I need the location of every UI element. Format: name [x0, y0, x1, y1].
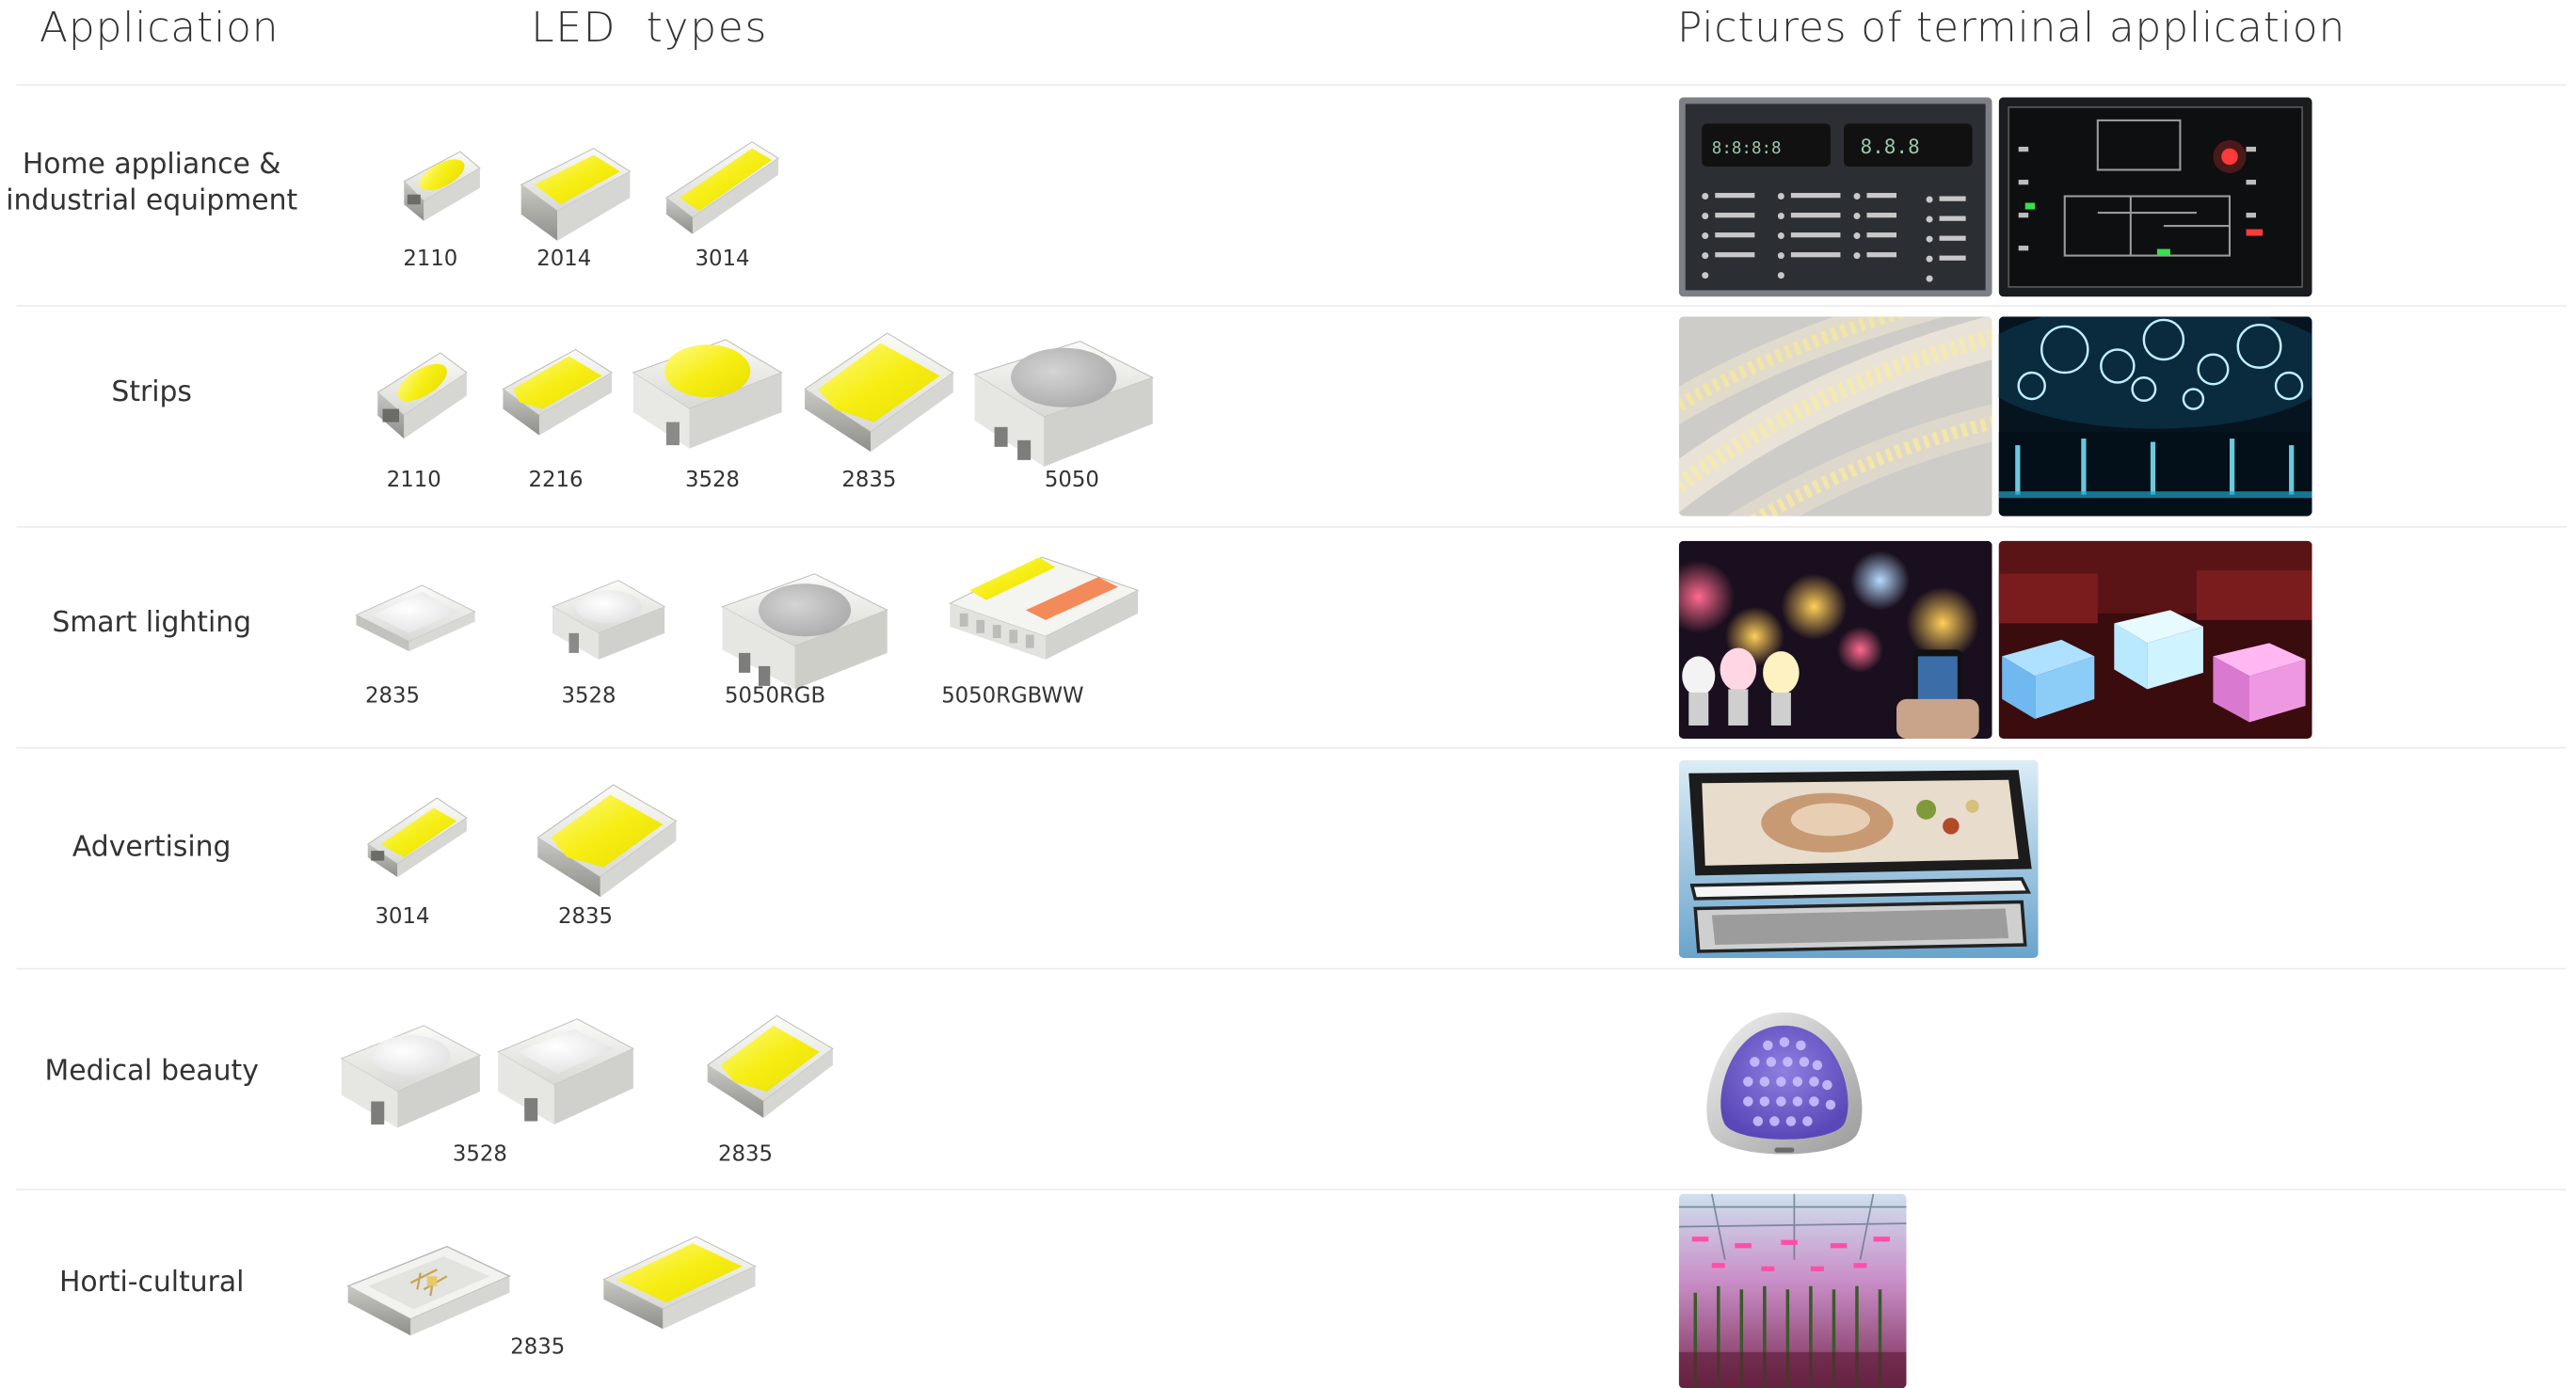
led-code: 2835: [718, 1142, 773, 1168]
led-code: 3528: [452, 1142, 507, 1168]
led-chip-2835: [353, 582, 478, 655]
led-code: 3014: [375, 904, 430, 931]
led-code: 3014: [695, 247, 750, 273]
row-divider: [16, 305, 2567, 307]
row-divider: [16, 84, 2567, 87]
row-divider: [16, 967, 2567, 970]
led-chip-2835: [600, 1234, 759, 1332]
led-chip-3528: [549, 577, 667, 662]
led-chip-3014: [663, 136, 781, 238]
led-chip-2835: [535, 782, 680, 901]
led-code: 5050: [1044, 468, 1099, 493]
led-code: 3528: [684, 468, 740, 493]
led-chip-5050rgbww: [947, 550, 1142, 662]
application-label-strips: Strips: [111, 375, 192, 409]
led-chip-3528-b: [495, 1015, 637, 1127]
led-chip-2835-open: [344, 1240, 513, 1343]
photo-glowing-cube-seats: [1998, 540, 2312, 739]
svg-text:8.8.8: 8.8.8: [1860, 135, 1919, 158]
led-code: 5050RGB: [724, 684, 826, 710]
led-code: 2110: [386, 468, 441, 493]
led-chip-2835: [802, 329, 957, 455]
photo-appliance-display-panel: [1998, 97, 2312, 297]
photo-light-box-panel: [1678, 759, 2039, 959]
photo-uv-beauty-device: [1692, 1006, 1877, 1168]
led-chip-3528-a: [338, 1022, 483, 1131]
row-divider: [16, 525, 2567, 528]
header-pictures: Pictures of terminal application: [1676, 3, 2346, 52]
application-label-home-appliance: Home appliance & industrial equipment: [6, 148, 298, 218]
led-chip-5050rgb: [719, 570, 890, 693]
led-code: 2835: [365, 684, 421, 710]
led-chip-2014: [518, 142, 633, 245]
photo-smart-bulbs-phone: [1678, 540, 1992, 739]
application-label-smart-lighting: Smart lighting: [52, 606, 252, 640]
led-chip-2110: [375, 343, 471, 441]
led-code: 2835: [558, 904, 614, 931]
photo-led-strip-reel: [1678, 316, 1992, 517]
photo-lit-ceiling-venue: [1998, 316, 2312, 517]
photo-appliance-control-panel: 8:8:8:8 8.8.8: [1678, 97, 1992, 297]
led-code: 2835: [841, 468, 897, 493]
row-divider: [16, 746, 2567, 749]
led-chip-2835: [704, 1013, 836, 1122]
header-application: Application: [40, 3, 280, 52]
led-chip-2110: [401, 145, 484, 224]
photo-greenhouse-grow-lights: [1678, 1193, 1907, 1388]
led-code: 5050RGBWW: [941, 684, 1084, 710]
led-code: 2110: [403, 247, 458, 273]
header-led-types: LED types: [531, 3, 769, 52]
led-chip-5050: [971, 338, 1156, 470]
application-label-medical-beauty: Medical beauty: [44, 1055, 259, 1089]
led-code: 2216: [528, 468, 584, 493]
led-code: 3528: [561, 684, 616, 710]
application-label-advertising: Advertising: [72, 831, 232, 865]
row-divider: [16, 1189, 2567, 1191]
led-application-table: Application LED types Pictures of termin…: [0, 0, 2576, 1388]
led-code: 2835: [510, 1335, 566, 1361]
led-chip-2216: [500, 343, 616, 439]
led-chip-3528: [630, 336, 785, 452]
led-chip-3014: [364, 791, 470, 881]
svg-text:8:8:8:8: 8:8:8:8: [1712, 139, 1782, 158]
application-label-horti-cultural: Horti-cultural: [58, 1266, 245, 1300]
led-code: 2014: [536, 247, 592, 273]
